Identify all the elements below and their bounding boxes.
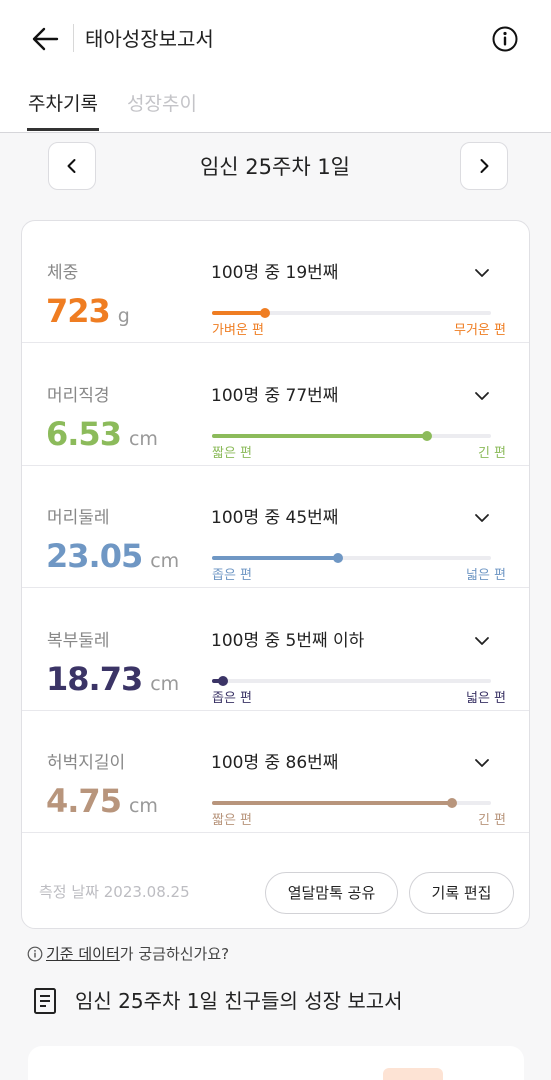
tab-weekly-record[interactable]: 주차기록: [28, 90, 98, 118]
friends-report-heading: 임신 25주차 1일 친구들의 성장 보고서: [33, 986, 403, 1016]
percentile-fill: [212, 801, 452, 805]
scale-low-label: 가벼운 편: [212, 323, 264, 338]
report-card-preview[interactable]: [28, 1046, 524, 1080]
percentile-marker: [260, 308, 270, 318]
percentile-bar: [212, 798, 491, 808]
scale-low-label: 짧은 편: [212, 813, 253, 828]
metric-row[interactable]: 머리직경 6.53 cm 100명 중 77번째짧은 편 긴 편: [22, 344, 529, 466]
metric-name: 머리직경: [47, 385, 110, 406]
measurement-card: 체중 723 g 100명 중 19번째가벼운 편 무거운 편머리직경 6.53 cm 100…: [21, 220, 530, 929]
metric-number: 723: [46, 292, 111, 330]
percentile-marker: [446, 798, 457, 808]
info-icon: [27, 946, 43, 962]
metric-row[interactable]: 체중 723 g 100명 중 19번째가벼운 편 무거운 편: [22, 221, 529, 343]
scale-high-label: 긴 편: [477, 813, 506, 828]
back-button[interactable]: [28, 22, 62, 56]
chevron-right-icon: [480, 159, 489, 173]
chevron-down-icon: [475, 391, 489, 400]
info-icon: [492, 26, 518, 52]
metric-number: 4.75: [46, 782, 122, 820]
metric-rank: 100명 중 19번째: [211, 263, 339, 283]
percentile-bar: [212, 675, 491, 686]
metric-unit: cm: [128, 427, 158, 450]
metric-number: 23.05: [46, 537, 143, 575]
chevron-down-icon: [475, 269, 489, 277]
metric-number: 18.73: [46, 659, 143, 698]
expand-button[interactable]: [468, 749, 496, 777]
expand-button[interactable]: [468, 504, 496, 532]
chevron-left-icon: [67, 159, 76, 173]
metric-number: 6.53: [46, 414, 122, 453]
scale-low-label: 짧은 편: [212, 445, 253, 461]
chevron-down-icon: [475, 514, 489, 522]
scale-low-label: 좁은 편: [212, 690, 253, 706]
chevron-down-icon: [475, 759, 489, 767]
metric-rank: 100명 중 86번째: [211, 753, 339, 773]
percentile-fill: [212, 311, 265, 315]
percentile-marker: [421, 430, 432, 441]
expand-button[interactable]: [468, 627, 496, 655]
standard-question-text: 가 궁금하신가요?: [119, 945, 230, 963]
document-icon: [34, 988, 56, 1014]
report-chip: [383, 1068, 443, 1080]
metric-rank: 100명 중 77번째: [211, 385, 339, 406]
expand-button[interactable]: [468, 382, 496, 410]
next-week-button[interactable]: [460, 142, 508, 190]
metric-value: 6.53 cm: [46, 412, 158, 461]
report-title: 임신 25주차 1일 친구들의 성장 보고서: [75, 989, 403, 1013]
percentile-bar: [212, 430, 491, 441]
chevron-down-icon: [475, 636, 489, 645]
card-footer: 측정 날짜 2023.08.25 열달맘톡 공유 기록 편집: [22, 854, 529, 928]
metric-name: 허벅지길이: [47, 753, 126, 773]
tab-growth-trend[interactable]: 성장추이: [127, 90, 197, 118]
metric-row[interactable]: 허벅지길이 4.75 cm 100명 중 86번째짧은 편 긴 편: [22, 711, 529, 833]
percentile-marker: [218, 675, 229, 686]
scale-high-label: 무거운 편: [454, 323, 506, 338]
metric-unit: cm: [150, 550, 180, 572]
metric-unit: cm: [150, 672, 180, 695]
share-button[interactable]: 열달맘톡 공유: [265, 872, 398, 914]
standard-data-question: 기준 데이터 가 궁금하신가요?: [27, 943, 229, 965]
metric-rank: 100명 중 45번째: [211, 508, 339, 528]
tab-bar: 주차기록 성장추이: [0, 76, 551, 133]
scale-high-label: 긴 편: [477, 445, 506, 461]
metric-name: 복부둘레: [47, 630, 110, 651]
metric-value: 23.05 cm: [46, 534, 179, 583]
metric-name: 체중: [47, 263, 79, 283]
percentile-fill: [212, 433, 427, 438]
percentile-bar: [212, 308, 491, 318]
metric-unit: cm: [128, 795, 158, 817]
header-divider: [73, 24, 74, 52]
scale-high-label: 넓은 편: [465, 568, 506, 583]
week-label: 임신 25주차 1일: [199, 155, 351, 179]
prev-week-button[interactable]: [48, 142, 96, 190]
info-button[interactable]: [488, 22, 522, 56]
measure-date: 측정 날짜 2023.08.25: [39, 883, 190, 901]
scale-high-label: 넓은 편: [465, 690, 506, 706]
metric-value: 4.75 cm: [46, 779, 158, 828]
percentile-fill: [212, 556, 338, 560]
metric-row[interactable]: 복부둘레 18.73 cm 100명 중 5번째 이하좁은 편 넓은 편: [22, 589, 529, 711]
percentile-marker: [332, 553, 343, 563]
metric-row[interactable]: 머리둘레 23.05 cm 100명 중 45번째좁은 편 넓은 편: [22, 466, 529, 588]
metric-name: 머리둘레: [47, 508, 110, 528]
metric-value: 723 g: [46, 289, 130, 338]
page-title: 태아성장보고서: [85, 27, 214, 51]
scale-low-label: 좁은 편: [212, 568, 253, 583]
active-tab-indicator: [27, 128, 99, 131]
metric-unit: g: [117, 305, 130, 327]
standard-data-link[interactable]: 기준 데이터: [46, 943, 120, 965]
edit-record-button[interactable]: 기록 편집: [409, 872, 514, 914]
expand-button[interactable]: [468, 259, 496, 287]
metric-value: 18.73 cm: [46, 657, 179, 706]
app-header: 태아성장보고서: [0, 0, 551, 76]
back-arrow-icon: [32, 27, 59, 51]
metric-rank: 100명 중 5번째 이하: [211, 630, 365, 651]
percentile-bar: [212, 553, 491, 563]
